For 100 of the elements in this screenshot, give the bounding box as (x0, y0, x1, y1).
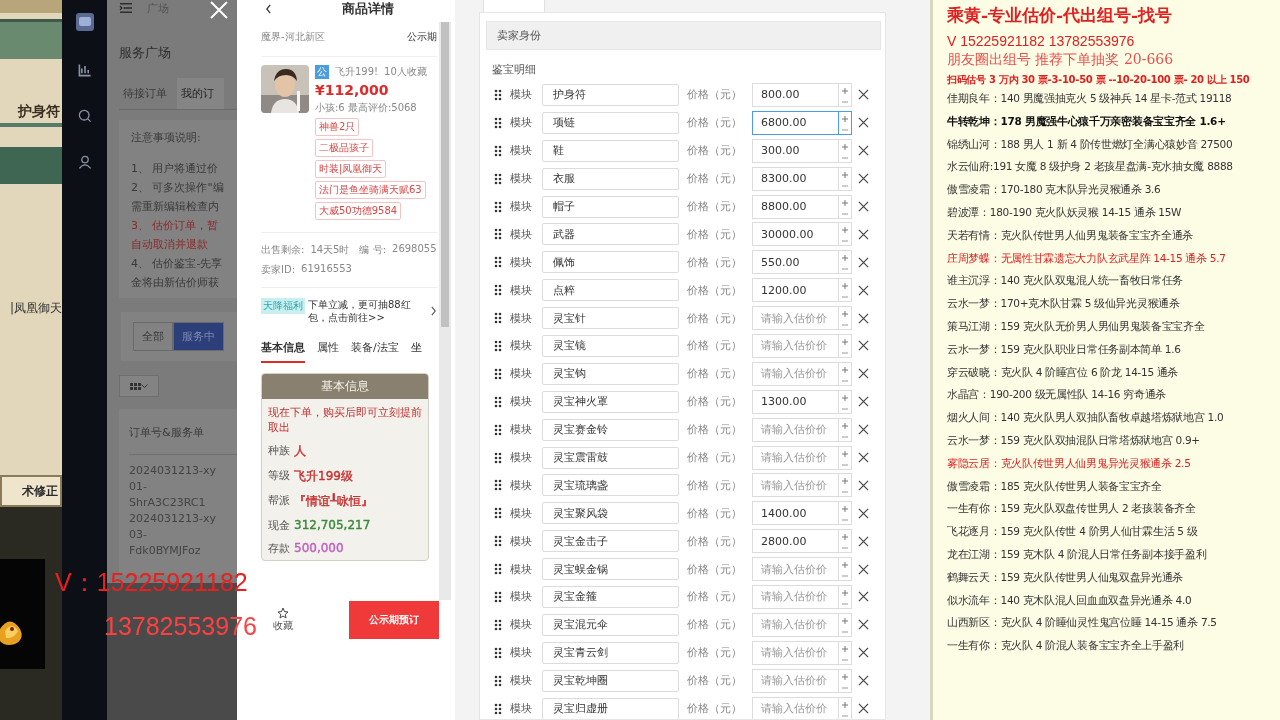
minus-icon[interactable] (841, 156, 849, 159)
plus-icon[interactable] (841, 310, 849, 319)
plus-icon[interactable] (841, 254, 849, 263)
minus-icon[interactable] (841, 435, 849, 438)
minus-icon[interactable] (841, 184, 849, 187)
name-input[interactable]: 护身符 (542, 83, 679, 106)
drag-handle-icon[interactable] (494, 674, 502, 687)
drag-handle-icon[interactable] (494, 395, 502, 408)
close-icon[interactable] (858, 117, 869, 129)
name-input[interactable]: 帽子 (542, 195, 679, 218)
name-input[interactable]: 灵宝镜 (542, 334, 679, 357)
close-icon[interactable] (858, 145, 869, 157)
price-input[interactable]: 300.00 (752, 138, 838, 163)
plus-icon[interactable] (841, 533, 849, 542)
minus-icon[interactable] (841, 407, 849, 410)
plus-icon[interactable] (841, 588, 849, 597)
name-input[interactable]: 灵宝琉璃盏 (542, 474, 679, 497)
close-icon[interactable] (858, 368, 869, 380)
name-input[interactable]: 灵宝钩 (542, 362, 679, 385)
favorite-button[interactable]: 收藏 (273, 607, 293, 633)
close-icon[interactable] (858, 228, 869, 240)
drag-handle-icon[interactable] (494, 172, 502, 185)
minus-icon[interactable] (841, 630, 849, 633)
name-input[interactable]: 灵宝青云剑 (542, 641, 679, 664)
name-input[interactable]: 灵宝金箍 (542, 585, 679, 608)
name-input[interactable]: 佩饰 (542, 251, 679, 274)
plus-icon[interactable] (841, 505, 849, 514)
drag-handle-icon[interactable] (494, 702, 502, 715)
tab[interactable]: 属性 (317, 340, 339, 363)
minus-icon[interactable] (841, 714, 849, 717)
drag-handle-icon[interactable] (494, 646, 502, 659)
close-icon[interactable] (858, 647, 869, 659)
price-input[interactable]: 请输入估价价 (752, 417, 838, 442)
drag-handle-icon[interactable] (494, 144, 502, 157)
name-input[interactable]: 项链 (542, 111, 679, 134)
plus-icon[interactable] (841, 337, 849, 346)
minus-icon[interactable] (841, 463, 849, 466)
price-input[interactable]: 2800.00 (752, 529, 838, 554)
name-input[interactable]: 灵宝聚风袋 (542, 502, 679, 525)
drag-handle-icon[interactable] (494, 284, 502, 297)
menu-icon[interactable] (119, 2, 133, 14)
close-icon[interactable] (858, 173, 869, 185)
minus-icon[interactable] (841, 128, 849, 131)
plus-icon[interactable] (841, 226, 849, 235)
close-icon[interactable] (858, 703, 869, 715)
close-icon[interactable] (858, 396, 869, 408)
minus-icon[interactable] (841, 324, 849, 327)
price-input[interactable]: 请输入估价价 (752, 445, 838, 470)
price-input[interactable]: 请输入估价价 (752, 557, 838, 582)
minus-icon[interactable] (841, 351, 849, 354)
plus-icon[interactable] (841, 616, 849, 625)
name-input[interactable]: 灵宝金击子 (542, 530, 679, 553)
minus-icon[interactable] (841, 100, 849, 103)
price-input[interactable]: 800.00 (752, 82, 838, 107)
name-input[interactable]: 灵宝针 (542, 307, 679, 330)
name-input[interactable]: 点粹 (542, 279, 679, 302)
column-dropdown[interactable] (119, 375, 159, 397)
name-input[interactable]: 灵宝混元伞 (542, 613, 679, 636)
price-input[interactable]: 请输入估价价 (752, 473, 838, 498)
close-icon[interactable] (858, 535, 869, 547)
price-input[interactable]: 30000.00 (752, 222, 838, 247)
name-input[interactable]: 鞋 (542, 139, 679, 162)
price-input[interactable]: 6800.00 (752, 110, 838, 135)
name-input[interactable]: 武器 (542, 223, 679, 246)
order-button[interactable]: 公示期预订 (349, 601, 439, 639)
close-icon[interactable] (858, 507, 869, 519)
minus-icon[interactable] (841, 602, 849, 605)
price-input[interactable]: 请输入估价价 (752, 696, 838, 719)
drag-handle-icon[interactable] (494, 451, 502, 464)
close-icon[interactable] (858, 591, 869, 603)
drag-handle-icon[interactable] (494, 618, 502, 631)
plus-icon[interactable] (841, 198, 849, 207)
name-input[interactable]: 灵宝蜈金锅 (542, 558, 679, 581)
drag-handle-icon[interactable] (494, 116, 502, 129)
plus-icon[interactable] (841, 365, 849, 374)
price-input[interactable]: 550.00 (752, 250, 838, 275)
price-input[interactable]: 请输入估价价 (752, 584, 838, 609)
close-icon[interactable] (858, 201, 869, 212)
close-icon[interactable] (858, 312, 869, 324)
back-icon[interactable] (265, 4, 272, 14)
search-icon[interactable] (76, 108, 93, 124)
price-input[interactable]: 请输入估价价 (752, 306, 838, 331)
drag-handle-icon[interactable] (494, 507, 502, 520)
tab[interactable]: 装备/法宝 (351, 340, 399, 363)
chevron-right-icon[interactable] (430, 306, 437, 316)
plus-icon[interactable] (841, 561, 849, 570)
drag-handle-icon[interactable] (494, 590, 502, 603)
price-input[interactable]: 请输入估价价 (752, 333, 838, 358)
plus-icon[interactable] (841, 672, 849, 681)
price-input[interactable]: 请输入估价价 (752, 640, 838, 665)
minus-icon[interactable] (841, 296, 849, 299)
minus-icon[interactable] (841, 491, 849, 494)
plus-icon[interactable] (841, 393, 849, 402)
plus-icon[interactable] (841, 700, 849, 709)
drag-handle-icon[interactable] (494, 228, 502, 241)
price-input[interactable]: 1300.00 (752, 389, 838, 414)
price-input[interactable]: 1200.00 (752, 278, 838, 303)
plus-icon[interactable] (841, 114, 849, 123)
plus-icon[interactable] (841, 142, 849, 151)
close-icon[interactable] (858, 256, 869, 268)
